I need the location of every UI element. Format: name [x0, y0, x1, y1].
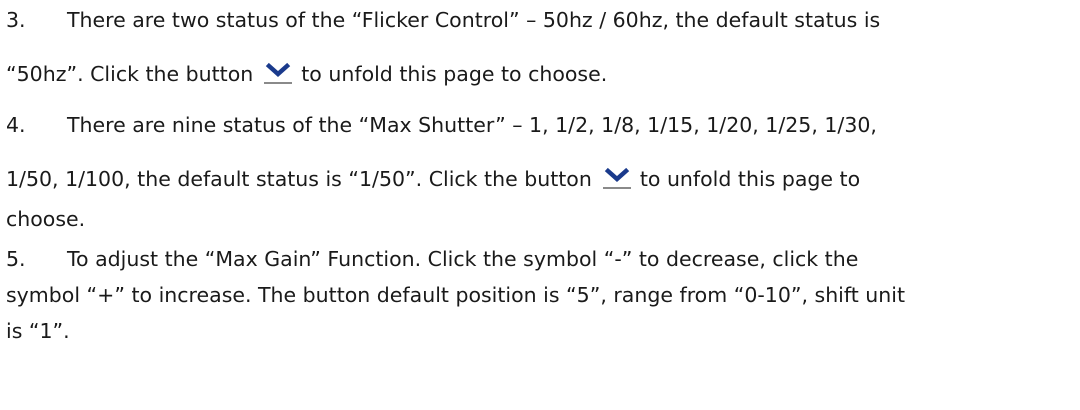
- item-text: “50hz”. Click the button: [6, 62, 254, 86]
- chevron-down-icon: [263, 60, 293, 86]
- item-3-line-1: 3. There are two status of the “Flicker C…: [6, 6, 1074, 34]
- item-3-line-2: “50hz”. Click the button to unfold this p…: [6, 60, 607, 88]
- item-4-line-1: 4. There are nine status of the “Max Shut…: [6, 111, 1074, 139]
- item-text: symbol “+” to increase. The button defau…: [6, 283, 906, 307]
- item-4-line-3: choose.: [6, 205, 85, 233]
- item-text: There are two status of the “Flicker Con…: [67, 8, 881, 32]
- item-number: 5.: [6, 247, 26, 271]
- item-text: There are nine status of the “Max Shutte…: [67, 113, 877, 137]
- item-text: choose.: [6, 207, 86, 231]
- item-number: 3.: [6, 8, 26, 32]
- item-5-line-3: is “1”.: [6, 317, 70, 345]
- chevron-down-icon: [602, 165, 632, 191]
- item-5-line-2: symbol “+” to increase. The button defau…: [6, 281, 1074, 309]
- item-text: 1/50, 1/100, the default status is “1/50…: [6, 167, 592, 191]
- item-text: to unfold this page to choose.: [301, 62, 608, 86]
- item-number: 4.: [6, 113, 26, 137]
- item-text: is “1”.: [6, 319, 70, 343]
- item-4-line-2: 1/50, 1/100, the default status is “1/50…: [6, 165, 1074, 193]
- item-text: to unfold this page to: [639, 167, 861, 191]
- item-text: To adjust the “Max Gain” Function. Click…: [67, 247, 859, 271]
- item-5-line-1: 5. To adjust the “Max Gain” Function. Cli…: [6, 245, 1074, 273]
